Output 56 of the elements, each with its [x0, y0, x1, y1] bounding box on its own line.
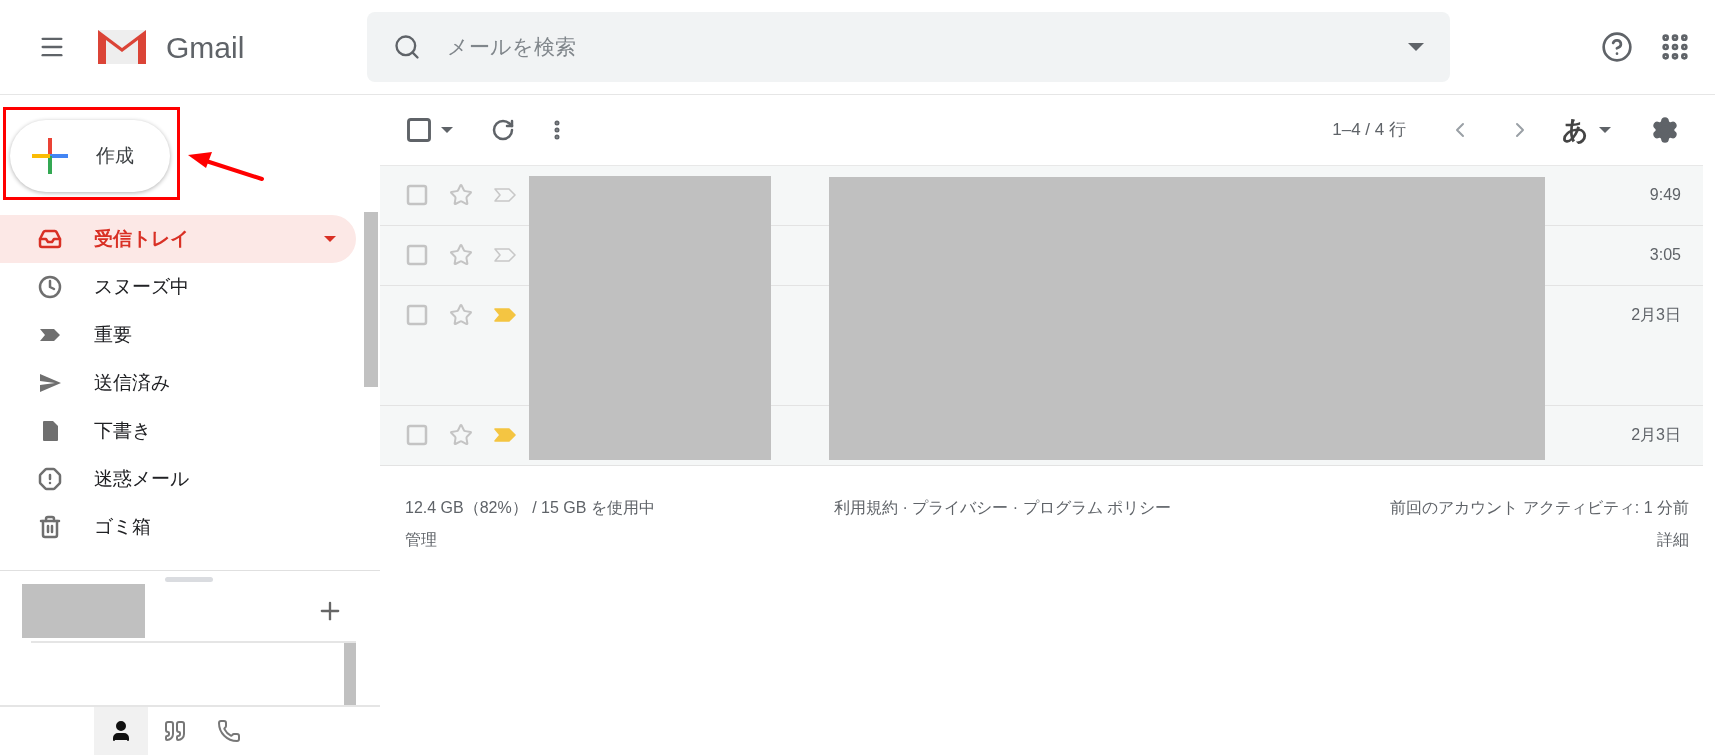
importance-icon[interactable] [493, 187, 517, 203]
alert-icon [38, 467, 62, 491]
storage-usage: 12.4 GB（82%） / 15 GB を使用中 [405, 498, 655, 518]
search-icon[interactable] [393, 33, 422, 61]
nav-item[interactable]: 迷惑メール [0, 455, 356, 503]
nav-item[interactable]: ゴミ箱 [0, 503, 356, 551]
star-icon[interactable] [449, 423, 473, 447]
importance-icon[interactable] [493, 427, 517, 443]
importance-icon[interactable] [493, 307, 517, 323]
search-field[interactable]: メールを検索 [447, 31, 1409, 63]
scrollbar[interactable] [364, 212, 378, 387]
settings-icon[interactable] [1651, 116, 1679, 144]
checkbox-icon[interactable] [405, 423, 429, 447]
star-icon[interactable] [449, 303, 473, 327]
trash-icon [38, 515, 62, 539]
checkbox-icon[interactable] [405, 303, 429, 327]
inbox-icon [38, 227, 62, 251]
send-icon [38, 371, 62, 395]
refresh-icon[interactable] [491, 118, 515, 142]
input-tool-button[interactable]: あ [1562, 110, 1611, 150]
nav-item[interactable]: 受信トレイ [0, 215, 356, 263]
help-icon[interactable] [1601, 31, 1633, 63]
search-bar[interactable]: メールを検索 [367, 12, 1451, 82]
page-range: 1–4 / 4 行 [1332, 119, 1406, 142]
nav-item[interactable]: 重要 [0, 311, 356, 359]
email-time: 9:49 [1649, 185, 1681, 205]
manage-link[interactable]: 管理 [405, 524, 655, 556]
quote-bubble-icon [163, 719, 187, 743]
details-link[interactable]: 詳細 [1657, 524, 1689, 556]
star-icon[interactable] [449, 183, 473, 207]
bottom-tab[interactable] [94, 707, 148, 755]
scrollbar[interactable] [344, 643, 356, 705]
caret-icon [324, 236, 336, 242]
nav-item[interactable]: 下書き [0, 407, 356, 455]
clock-icon [38, 275, 62, 299]
nav-item[interactable]: 送信済み [0, 359, 356, 407]
drag-handle[interactable] [165, 577, 213, 582]
email-time: 2月3日 [1631, 305, 1681, 325]
checkbox-icon[interactable] [405, 243, 429, 267]
apps-grid-icon[interactable] [1659, 31, 1691, 63]
account-activity: 前回のアカウント アクティビティ: 1 分前 [1390, 498, 1689, 518]
star-icon[interactable] [449, 243, 473, 267]
caret-icon [1599, 127, 1611, 133]
nav-item[interactable]: スヌーズ中 [0, 263, 356, 311]
policy-links[interactable]: 利用規約 · プライバシー · プログラム ポリシー [834, 492, 1172, 556]
plus-icon [32, 138, 68, 174]
checkbox-icon[interactable] [405, 183, 429, 207]
phone-icon [217, 719, 241, 743]
app-name: Gmail [166, 29, 245, 66]
email-time: 2月3日 [1631, 425, 1681, 445]
email-time: 3:05 [1649, 245, 1681, 265]
checkbox-icon[interactable] [405, 116, 433, 144]
compose-button[interactable]: 作成 [10, 120, 170, 192]
caret-icon [1408, 43, 1425, 51]
importance-icon[interactable] [493, 247, 517, 263]
caret-icon [441, 127, 453, 133]
